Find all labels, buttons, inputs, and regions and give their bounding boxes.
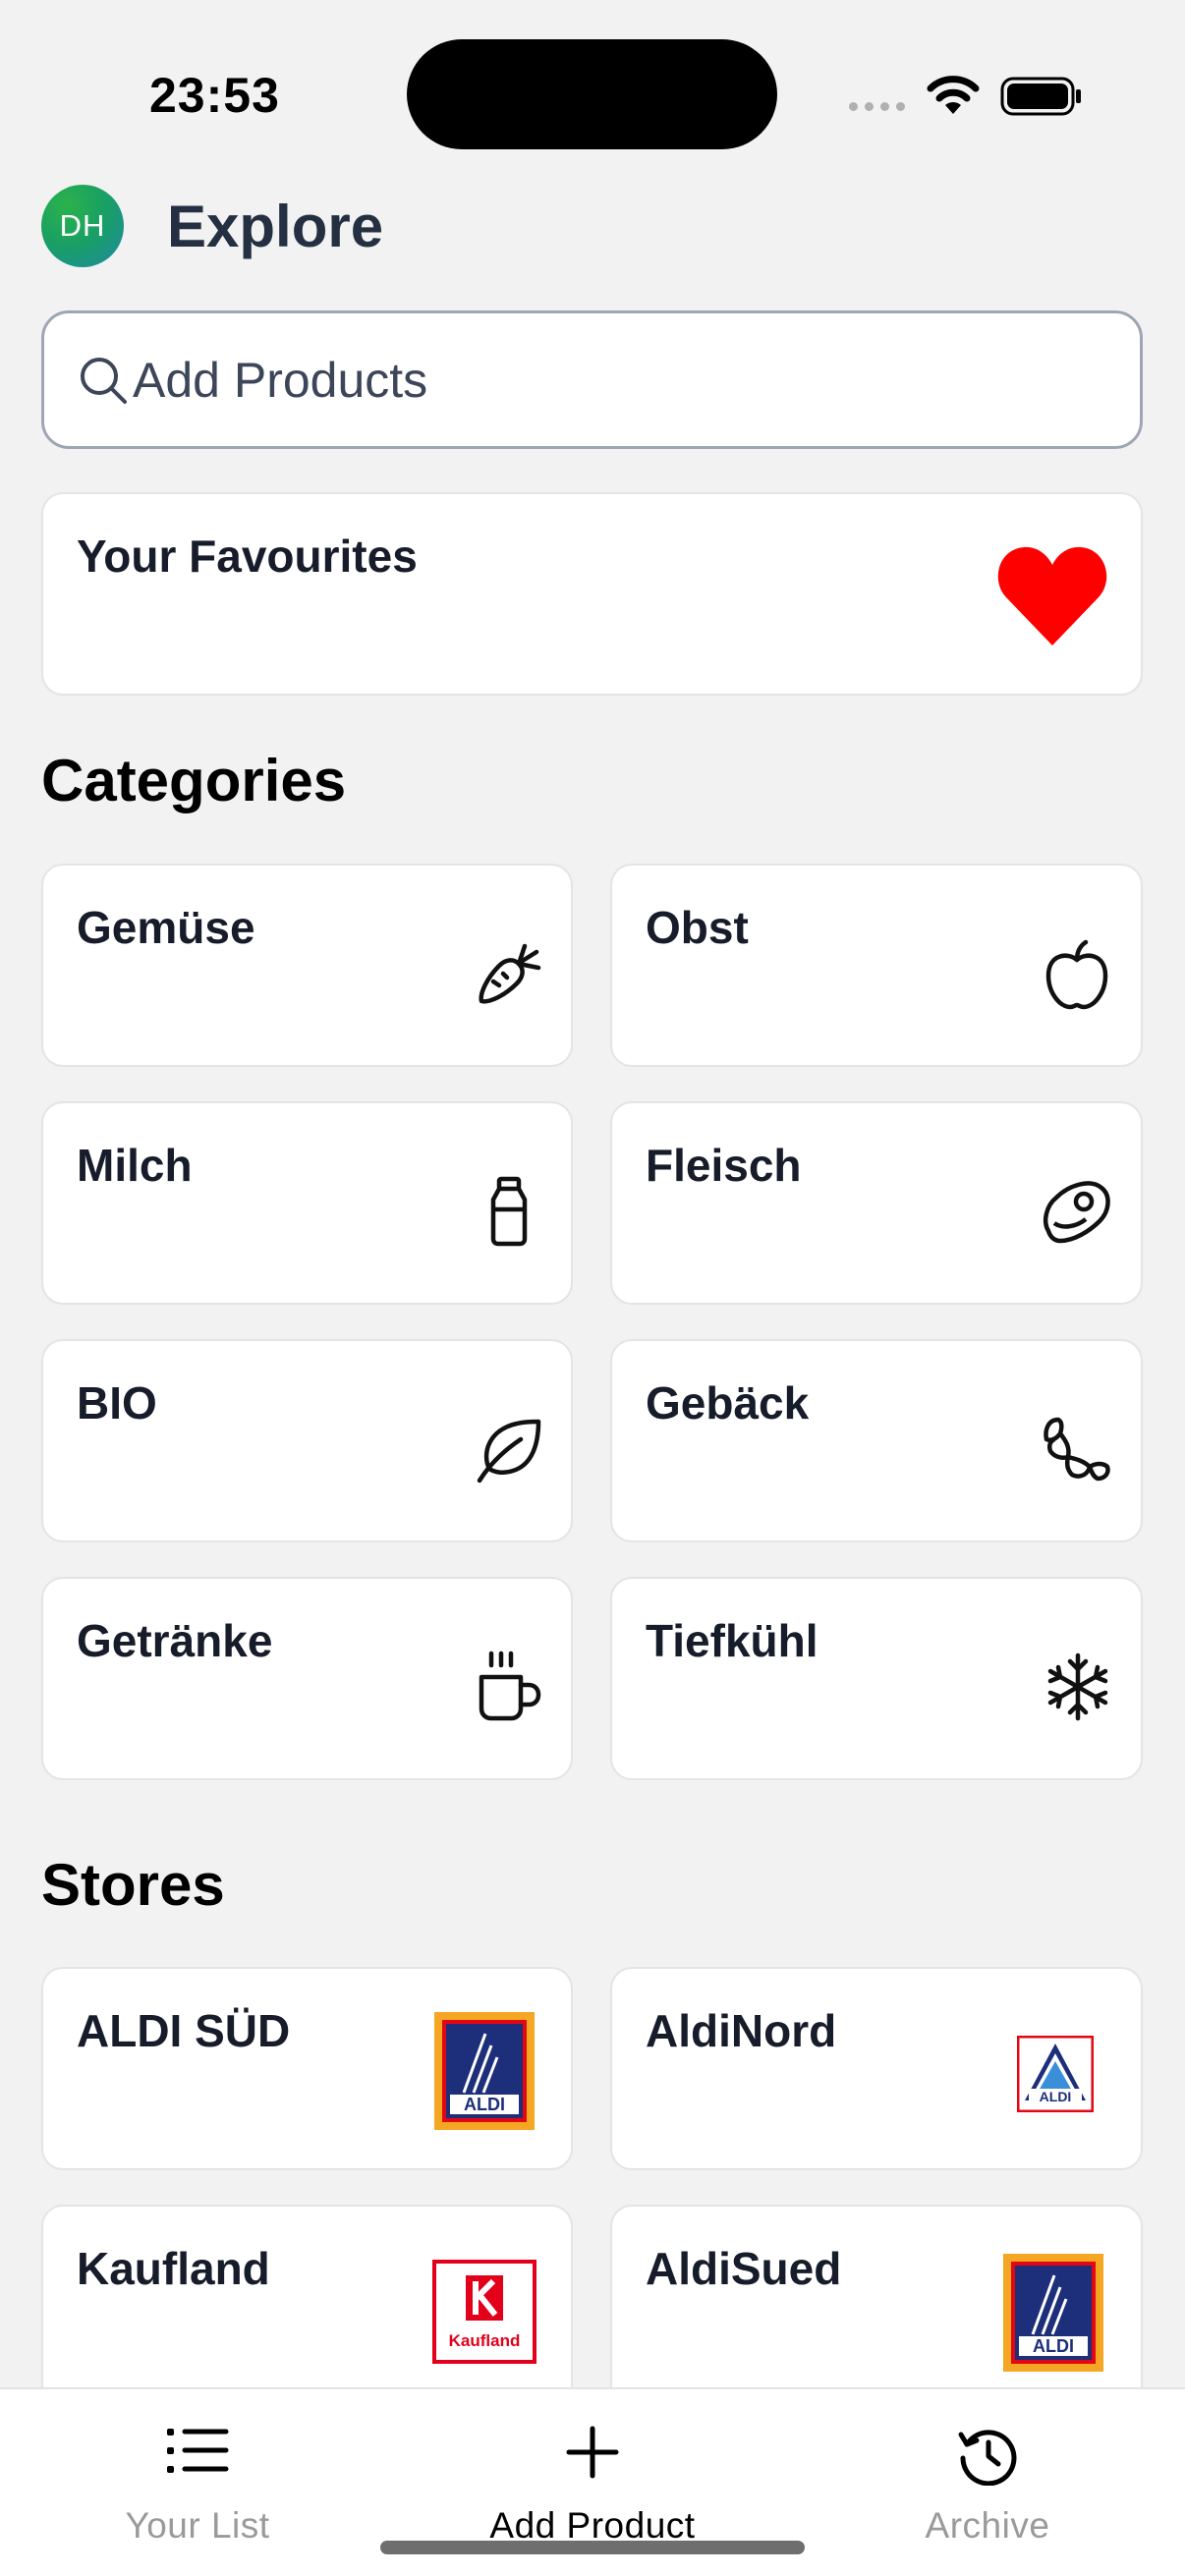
page-title: Explore — [167, 193, 384, 259]
store-card-aldi-nord[interactable]: AldiNord ALDI — [610, 1967, 1143, 2170]
favourites-label: Your Favourites — [77, 531, 418, 582]
category-label: Obst — [646, 902, 749, 953]
category-card-obst[interactable]: Obst — [610, 864, 1143, 1067]
store-card-aldi-sued[interactable]: ALDI SÜD ALDI — [41, 1967, 573, 2170]
favourites-card[interactable]: Your Favourites — [41, 492, 1143, 696]
battery-icon — [1000, 77, 1081, 116]
category-card-gemuese[interactable]: Gemüse — [41, 864, 573, 1067]
plus-icon — [566, 2426, 619, 2479]
carrot-icon — [479, 943, 541, 1004]
store-label: AldiSued — [646, 2243, 842, 2294]
category-card-milch[interactable]: Milch — [41, 1101, 573, 1305]
search-placeholder: Add Products — [133, 352, 428, 408]
category-label: Tiefkühl — [646, 1615, 818, 1666]
tab-your-list[interactable]: Your List — [50, 2389, 345, 2556]
search-icon — [81, 357, 127, 404]
store-card-kaufland[interactable]: Kaufland Kaufland — [41, 2205, 573, 2408]
svg-text:ALDI: ALDI — [1033, 2336, 1074, 2356]
category-label: Getränke — [77, 1615, 273, 1666]
aldi-sued-logo: ALDI — [1003, 2254, 1103, 2372]
store-label: Kaufland — [77, 2243, 270, 2294]
dynamic-island — [407, 39, 777, 149]
cellular-signal-icon — [849, 102, 905, 111]
heart-icon — [997, 546, 1107, 645]
store-label: ALDI SÜD — [77, 2005, 291, 2056]
category-label: Gebäck — [646, 1377, 810, 1428]
svg-text:ALDI: ALDI — [1040, 2089, 1072, 2104]
category-card-fleisch[interactable]: Fleisch — [610, 1101, 1143, 1305]
steak-icon — [1044, 1181, 1110, 1244]
history-icon — [958, 2430, 1017, 2486]
tab-archive[interactable]: Archive — [840, 2389, 1135, 2556]
tab-add-product[interactable]: Add Product — [445, 2389, 740, 2556]
category-card-gebaeck[interactable]: Gebäck — [610, 1339, 1143, 1542]
page-header: DH Explore — [41, 185, 383, 267]
tab-label: Your List — [125, 2505, 270, 2546]
categories-title: Categories — [41, 748, 347, 813]
store-card-aldi-sued-2[interactable]: AldiSued ALDI — [610, 2205, 1143, 2408]
croissant-icon — [1044, 1417, 1110, 1482]
kaufland-logo: Kaufland — [432, 2260, 536, 2364]
mug-icon — [479, 1651, 541, 1721]
svg-text:ALDI: ALDI — [464, 2095, 505, 2114]
aldi-sued-logo: ALDI — [434, 2012, 535, 2130]
category-card-tiefkuehl[interactable]: Tiefkühl — [610, 1577, 1143, 1780]
search-input[interactable]: Add Products — [41, 310, 1143, 449]
svg-text:Kaufland: Kaufland — [449, 2331, 521, 2350]
wifi-icon — [927, 76, 980, 114]
category-label: Fleisch — [646, 1140, 802, 1191]
tab-label: Archive — [925, 2505, 1050, 2546]
category-card-bio[interactable]: BIO — [41, 1339, 573, 1542]
avatar[interactable]: DH — [41, 185, 124, 267]
status-time: 23:53 — [149, 68, 280, 123]
apple-icon — [1045, 939, 1108, 1010]
category-label: Gemüse — [77, 902, 255, 953]
store-label: AldiNord — [646, 2005, 837, 2056]
category-label: BIO — [77, 1377, 157, 1428]
list-icon — [167, 2429, 229, 2473]
category-card-getraenke[interactable]: Getränke — [41, 1577, 573, 1780]
leaf-icon — [477, 1419, 541, 1484]
milk-bottle-icon — [490, 1176, 528, 1247]
category-label: Milch — [77, 1140, 193, 1191]
stores-title: Stores — [41, 1852, 225, 1918]
home-indicator — [380, 2541, 805, 2554]
snowflake-icon — [1047, 1652, 1108, 1721]
aldi-nord-logo: ALDI — [1017, 2036, 1094, 2112]
status-bar: 23:53 — [0, 0, 1185, 149]
